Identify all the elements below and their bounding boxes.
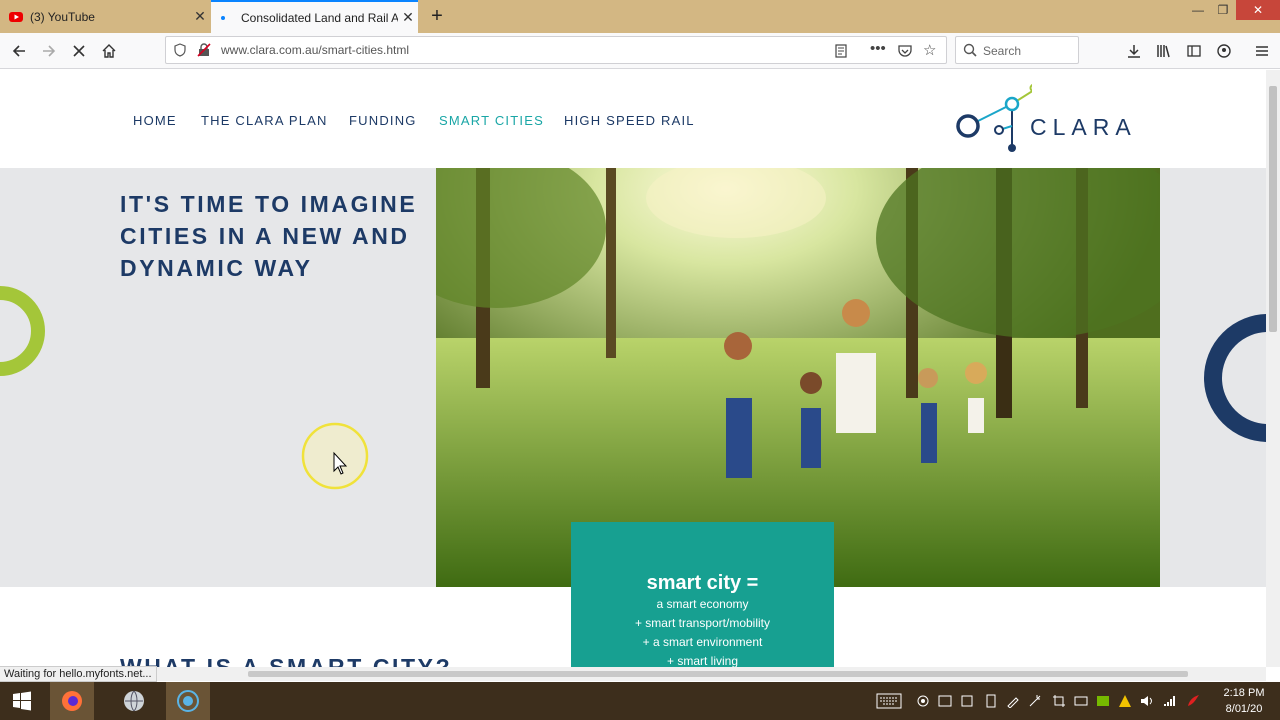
- windows-taskbar: 2:18 PM 8/01/20: [0, 682, 1280, 720]
- globe-pro-icon: [124, 690, 144, 712]
- horizontal-scrollbar[interactable]: [0, 667, 1266, 681]
- text-box-icon[interactable]: [1074, 694, 1088, 708]
- tab-youtube[interactable]: (3) YouTube ✕: [0, 0, 210, 33]
- stop-icon: [73, 45, 85, 57]
- hero-text-panel: IT'S TIME TO IMAGINE CITIES IN A NEW AND…: [0, 168, 436, 587]
- address-bar[interactable]: www.clara.com.au/smart-cities.html ••• ☆: [165, 36, 947, 64]
- insecure-lock-icon[interactable]: [197, 43, 211, 57]
- hamburger-menu-icon: [1256, 46, 1268, 56]
- smart-line: + a smart environment: [642, 635, 763, 649]
- back-arrow-icon: [12, 45, 25, 57]
- account-button[interactable]: [1211, 38, 1237, 64]
- logo-text[interactable]: CLARA: [1030, 114, 1137, 141]
- nvidia-icon[interactable]: [1096, 694, 1110, 708]
- sidebar-icon: [1187, 45, 1201, 57]
- reader-view-icon[interactable]: [834, 44, 848, 58]
- document-icon[interactable]: [984, 694, 998, 708]
- nav-clara-plan[interactable]: THE CLARA PLAN: [201, 113, 328, 128]
- library-icon: [1157, 45, 1170, 58]
- tab-title: Consolidated Land and Rail Au: [241, 10, 398, 25]
- more-actions-icon[interactable]: •••: [870, 40, 886, 57]
- browser-tab-bar: (3) YouTube ✕ Consolidated Land and Rail…: [0, 0, 1280, 33]
- taskbar-screen-recorder[interactable]: [166, 682, 210, 720]
- keyboard-icon[interactable]: [876, 693, 902, 709]
- menu-button[interactable]: [1249, 38, 1275, 64]
- cursor-highlight-icon: [301, 422, 369, 490]
- pen-icon[interactable]: [1006, 694, 1020, 708]
- web-page: HOME THE CLARA PLAN FUNDING SMART CITIES…: [0, 70, 1266, 667]
- stop-loading-button[interactable]: [66, 38, 92, 64]
- library-button[interactable]: [1151, 38, 1177, 64]
- clock-date[interactable]: 8/01/20: [1218, 703, 1270, 715]
- home-icon: [102, 44, 116, 58]
- search-box[interactable]: Search: [955, 36, 1079, 64]
- start-button[interactable]: [0, 682, 44, 720]
- record-icon[interactable]: [916, 694, 930, 708]
- youtube-icon: [9, 11, 23, 22]
- nav-high-speed-rail[interactable]: HIGH SPEED RAIL: [564, 113, 695, 128]
- bookmark-star-icon[interactable]: ☆: [923, 41, 936, 59]
- recorder-icon: [177, 690, 199, 712]
- nav-smart-cities[interactable]: SMART CITIES: [439, 113, 544, 128]
- hero-right-panel: [1160, 168, 1266, 587]
- pocket-icon[interactable]: [898, 44, 912, 58]
- close-window-button[interactable]: ✕: [1236, 0, 1280, 20]
- site-header: HOME THE CLARA PLAN FUNDING SMART CITIES…: [0, 70, 1266, 168]
- download-icon: [1128, 45, 1140, 58]
- horizontal-scroll-thumb[interactable]: [248, 671, 1188, 677]
- windows-logo-icon: [13, 691, 31, 711]
- tab-title: (3) YouTube: [30, 9, 95, 24]
- smart-line: + smart transport/mobility: [634, 616, 771, 630]
- smart-line: + smart living: [666, 654, 739, 667]
- section-heading: WHAT IS A SMART CITY?: [120, 654, 453, 667]
- back-button[interactable]: [6, 38, 32, 64]
- smart-line: a smart economy: [656, 597, 749, 611]
- firefox-icon: [62, 691, 82, 711]
- forward-arrow-icon: [43, 45, 56, 57]
- close-tab-icon[interactable]: ✕: [398, 9, 418, 26]
- search-placeholder: Search: [983, 44, 1022, 58]
- crop-icon[interactable]: [1052, 694, 1066, 708]
- url-text: www.clara.com.au/smart-cities.html: [221, 43, 410, 57]
- vertical-scrollbar[interactable]: [1266, 70, 1280, 667]
- screen-icon[interactable]: [960, 694, 974, 708]
- window-icon[interactable]: [938, 694, 952, 708]
- antivirus-icon[interactable]: [1186, 694, 1200, 708]
- clara-logo-icon[interactable]: [952, 80, 1032, 156]
- tab-clara[interactable]: Consolidated Land and Rail Au ✕: [211, 0, 418, 33]
- vertical-scroll-thumb[interactable]: [1269, 86, 1277, 332]
- close-tab-icon[interactable]: ✕: [190, 8, 210, 25]
- smart-city-box: smart city = a smart economy + smart tra…: [571, 522, 834, 667]
- hero-heading: IT'S TIME TO IMAGINE CITIES IN A NEW AND…: [120, 191, 418, 281]
- home-button[interactable]: [96, 38, 122, 64]
- shield-icon[interactable]: [173, 43, 187, 57]
- wand-icon[interactable]: [1028, 694, 1042, 708]
- search-icon: [963, 43, 977, 57]
- navigation-toolbar: www.clara.com.au/smart-cities.html ••• ☆…: [0, 33, 1280, 69]
- volume-icon[interactable]: [1140, 694, 1154, 708]
- nav-home[interactable]: HOME: [133, 113, 177, 128]
- network-icon[interactable]: [1162, 694, 1176, 708]
- smart-city-title: smart city =: [646, 572, 759, 594]
- status-text: Waiting for hello.myfonts.net...: [0, 666, 157, 682]
- sidebar-button[interactable]: [1181, 38, 1207, 64]
- restore-button[interactable]: ❐: [1208, 0, 1238, 20]
- loading-dot-icon: [221, 15, 225, 20]
- downloads-button[interactable]: [1121, 38, 1147, 64]
- nav-funding[interactable]: FUNDING: [349, 113, 417, 128]
- account-icon: [1217, 44, 1231, 58]
- navy-ring-decoration: [1204, 314, 1266, 442]
- clock-time[interactable]: 2:18 PM: [1218, 687, 1270, 699]
- taskbar-app-pro[interactable]: [112, 682, 156, 720]
- new-tab-button[interactable]: +: [426, 4, 448, 28]
- forward-button[interactable]: [36, 38, 62, 64]
- security-warning-icon[interactable]: [1118, 694, 1132, 708]
- green-ring-decoration: [0, 286, 45, 376]
- taskbar-firefox[interactable]: [50, 682, 94, 720]
